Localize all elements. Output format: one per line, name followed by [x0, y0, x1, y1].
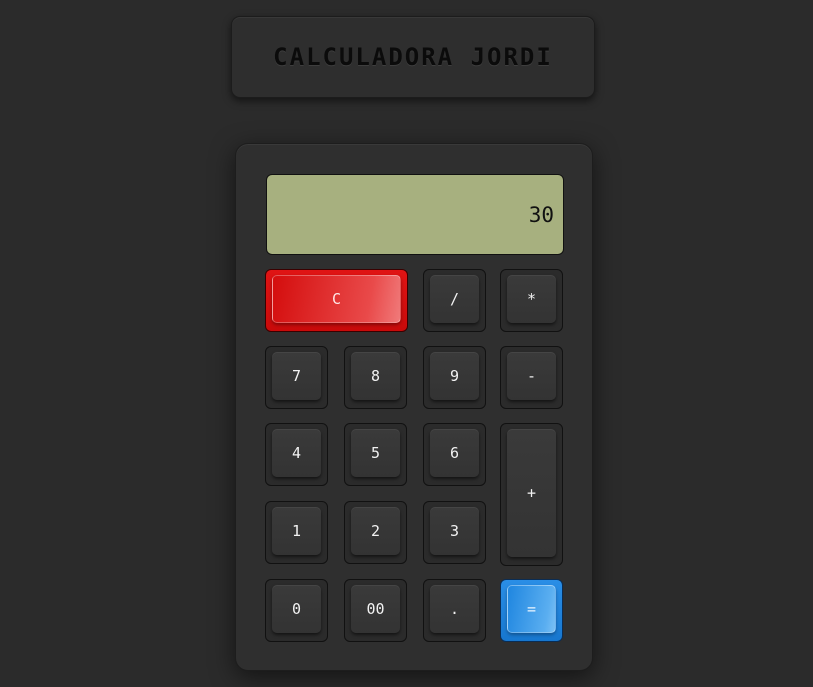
- digit-7-button[interactable]: 7: [265, 346, 328, 409]
- plus-button[interactable]: +: [500, 423, 563, 566]
- digit-1-button[interactable]: 1: [265, 501, 328, 564]
- digit-3-button[interactable]: 3: [423, 501, 486, 564]
- decimal-button[interactable]: .: [423, 579, 486, 642]
- digit-6-button[interactable]: 6: [423, 423, 486, 486]
- digit-9-button[interactable]: 9: [423, 346, 486, 409]
- digit-4-label: 4: [272, 429, 321, 477]
- digit-7-label: 7: [272, 352, 321, 400]
- clear-button[interactable]: C: [265, 269, 408, 332]
- digit-8-button[interactable]: 8: [344, 346, 407, 409]
- minus-button[interactable]: -: [500, 346, 563, 409]
- digit-5-button[interactable]: 5: [344, 423, 407, 486]
- calculator-body: 30 C / * 7 8 9 - 4 5 6 + 1 2 3 0 00 . =: [235, 143, 593, 671]
- equals-button[interactable]: =: [500, 579, 563, 642]
- divide-button[interactable]: /: [423, 269, 486, 332]
- display-value: 30: [528, 202, 554, 227]
- digit-5-label: 5: [351, 429, 400, 477]
- digit-2-label: 2: [351, 507, 400, 555]
- digit-1-label: 1: [272, 507, 321, 555]
- title-panel: CALCULADORA JORDI: [231, 16, 595, 98]
- digit-8-label: 8: [351, 352, 400, 400]
- double-zero-button[interactable]: 00: [344, 579, 407, 642]
- decimal-button-label: .: [430, 585, 479, 633]
- double-zero-label: 00: [351, 585, 400, 633]
- plus-button-label: +: [507, 429, 556, 557]
- clear-button-label: C: [272, 275, 401, 323]
- digit-0-button[interactable]: 0: [265, 579, 328, 642]
- digit-6-label: 6: [430, 429, 479, 477]
- digit-0-label: 0: [272, 585, 321, 633]
- minus-button-label: -: [507, 352, 556, 400]
- digit-2-button[interactable]: 2: [344, 501, 407, 564]
- digit-9-label: 9: [430, 352, 479, 400]
- digit-3-label: 3: [430, 507, 479, 555]
- digit-4-button[interactable]: 4: [265, 423, 328, 486]
- multiply-button[interactable]: *: [500, 269, 563, 332]
- calculator-display: 30: [266, 174, 564, 255]
- equals-button-label: =: [507, 585, 556, 633]
- app-title: CALCULADORA JORDI: [273, 43, 553, 71]
- divide-button-label: /: [430, 275, 479, 323]
- multiply-button-label: *: [507, 275, 556, 323]
